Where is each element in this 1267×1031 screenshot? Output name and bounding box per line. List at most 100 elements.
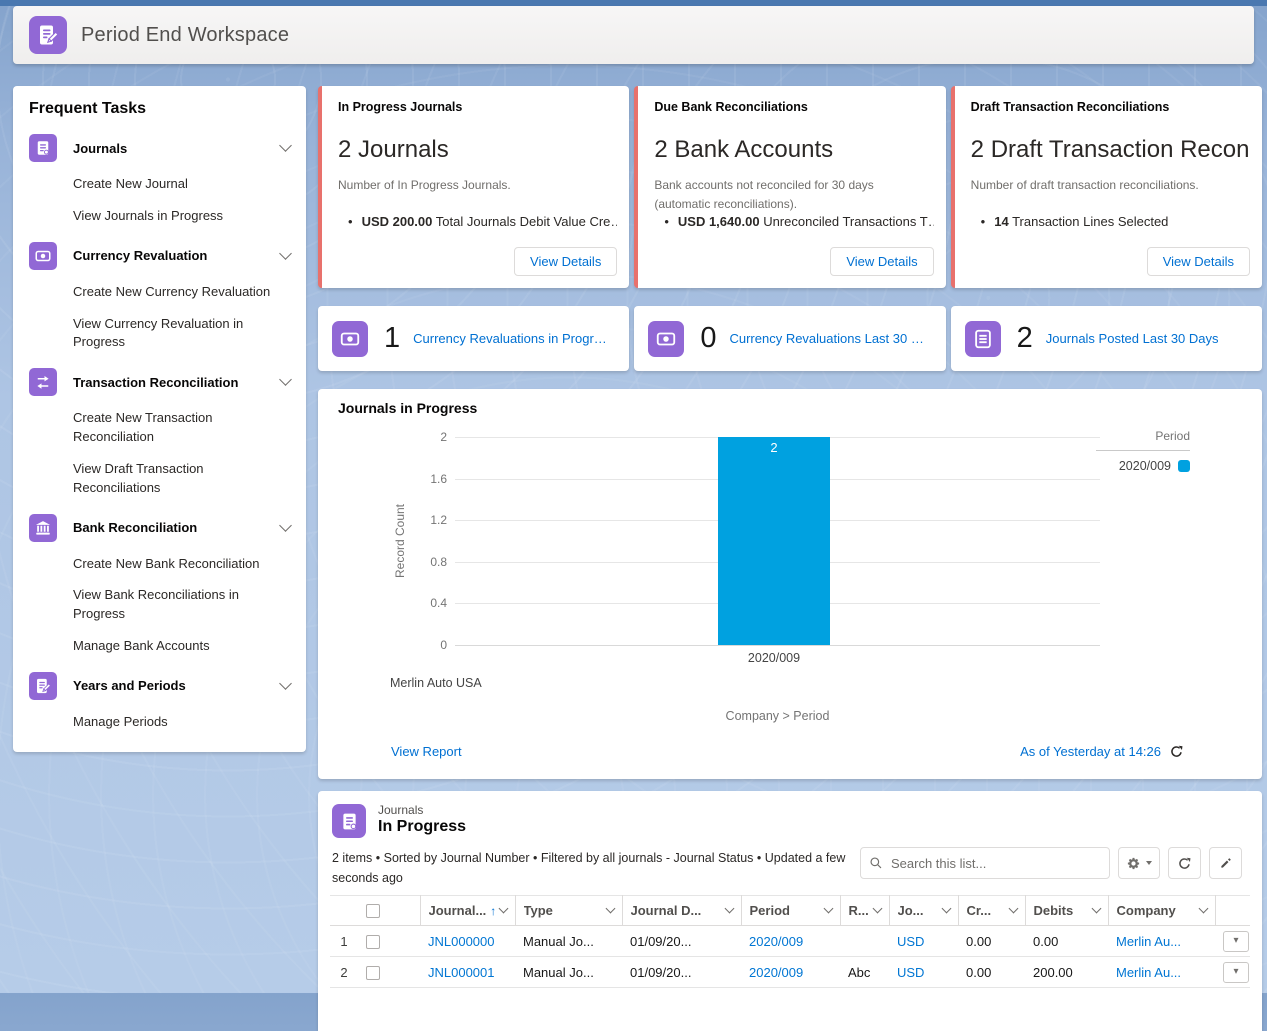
list-refresh-button[interactable] — [1168, 847, 1201, 879]
kpi-card-in-progress-journals: In Progress Journals 2 Journals Number o… — [318, 86, 629, 288]
chevron-down-icon[interactable] — [1198, 903, 1208, 913]
chevron-down-icon[interactable] — [941, 903, 951, 913]
sidebar-item-manage-bank-accounts[interactable]: Manage Bank Accounts — [73, 637, 278, 656]
chevron-down-icon[interactable] — [279, 139, 292, 152]
x-axis-label: Company > Period — [455, 709, 1100, 723]
chevron-down-icon[interactable] — [279, 677, 292, 690]
chevron-down-icon[interactable] — [279, 247, 292, 260]
sidebar-item-view-journals-in-progress[interactable]: View Journals in Progress — [73, 207, 278, 226]
kpi-description: Number of draft transaction reconciliati… — [971, 176, 1248, 195]
chevron-down-icon[interactable] — [872, 903, 882, 913]
metric-link[interactable]: Currency Revaluations in Progr… — [413, 331, 607, 346]
sidebar-group-label: Transaction Reconciliation — [73, 375, 281, 390]
list-entity-label: Journals — [378, 803, 423, 817]
list-settings-button[interactable] — [1118, 847, 1160, 879]
chevron-down-icon[interactable] — [823, 903, 833, 913]
company-link[interactable]: Merlin Au... — [1116, 965, 1181, 980]
kpi-value: 2 — [971, 136, 984, 163]
list-search — [860, 847, 1110, 879]
view-details-button[interactable]: View Details — [1147, 247, 1250, 276]
journal-number-link[interactable]: JNL000000 — [428, 934, 495, 949]
chevron-down-icon[interactable] — [1091, 903, 1101, 913]
type-cell: Manual Jo... — [515, 957, 622, 988]
row-actions-button[interactable] — [1223, 931, 1249, 952]
select-all-checkbox[interactable] — [366, 904, 380, 918]
column-header-company[interactable]: Company — [1108, 896, 1215, 926]
debits-cell: 0.00 — [1025, 926, 1108, 957]
kpi-title: Due Bank Reconciliations — [654, 100, 931, 114]
column-header-r[interactable]: R... — [840, 896, 889, 926]
sidebar-item-view-currency-revaluation-in-progress[interactable]: View Currency Revaluation in Progress — [73, 315, 278, 353]
kpi-card-row: In Progress Journals 2 Journals Number o… — [318, 86, 1262, 288]
sidebar-group-years-and-periods[interactable]: Years and Periods — [29, 672, 290, 700]
bar-2020-009[interactable]: 2 — [718, 437, 830, 645]
column-header-cr[interactable]: Cr... — [958, 896, 1025, 926]
journal-doc-icon — [965, 321, 1001, 357]
legend-entry-2020-009[interactable]: 2020/009 — [1096, 459, 1190, 473]
chevron-down-icon[interactable] — [605, 903, 615, 913]
period-link[interactable]: 2020/009 — [749, 934, 803, 949]
sidebar-item-manage-periods[interactable]: Manage Periods — [73, 713, 278, 732]
metric-value: 1 — [384, 322, 400, 355]
list-controls — [860, 847, 1242, 879]
metric-link[interactable]: Currency Revaluations Last 30 … — [729, 331, 923, 346]
row-actions-button[interactable] — [1223, 962, 1249, 983]
column-header-journal-date[interactable]: Journal D... — [622, 896, 741, 926]
kpi-title: In Progress Journals — [338, 100, 615, 114]
sidebar-group-journals[interactable]: Journals — [29, 134, 290, 162]
sidebar-group-currency-revaluation[interactable]: Currency Revaluation — [29, 242, 290, 270]
sidebar-item-create-new-bank-reconciliation[interactable]: Create New Bank Reconciliation — [73, 555, 278, 574]
chevron-down-icon[interactable] — [498, 903, 508, 913]
company-group-label: Merlin Auto USA — [390, 676, 482, 690]
row-checkbox[interactable] — [366, 966, 380, 980]
row-checkbox[interactable] — [366, 935, 380, 949]
sidebar-item-view-bank-reconciliations-in-progress[interactable]: View Bank Reconciliations in Progress — [73, 586, 278, 624]
mini-card-currency-revaluations-last-30: 0 Currency Revaluations Last 30 … — [634, 306, 945, 371]
metric-link[interactable]: Journals Posted Last 30 Days — [1046, 331, 1219, 346]
search-input[interactable] — [860, 847, 1110, 879]
column-header-type[interactable]: Type — [515, 896, 622, 926]
sidebar-item-create-new-journal[interactable]: Create New Journal — [73, 175, 278, 194]
view-details-button[interactable]: View Details — [514, 247, 617, 276]
column-header-debits[interactable]: Debits — [1025, 896, 1108, 926]
currency-link[interactable]: USD — [897, 965, 924, 980]
currency-icon — [648, 321, 684, 357]
journals-in-progress-chart-card: Journals in Progress 2 1.6 1.2 0.8 0.4 0… — [318, 389, 1262, 779]
view-report-link[interactable]: View Report — [391, 744, 462, 759]
y-tick: 1.6 — [407, 472, 447, 486]
rownum-header — [330, 896, 358, 926]
debits-cell: 200.00 — [1025, 957, 1108, 988]
period-link[interactable]: 2020/009 — [749, 965, 803, 980]
sidebar-item-view-draft-transaction-reconciliations[interactable]: View Draft Transaction Reconciliations — [73, 460, 278, 498]
table-row: 1 JNL000000 Manual Jo... 01/09/20... 202… — [330, 926, 1250, 957]
sidebar-group-bank-reconciliation[interactable]: Bank Reconciliation — [29, 514, 290, 542]
metric-value: 2 — [1017, 322, 1033, 355]
column-header-jo[interactable]: Jo... — [889, 896, 958, 926]
view-details-button[interactable]: View Details — [830, 247, 933, 276]
column-header-period[interactable]: Period — [741, 896, 840, 926]
sidebar-item-create-new-transaction-reconciliation[interactable]: Create New Transaction Reconciliation — [73, 409, 278, 447]
chevron-down-icon[interactable] — [724, 903, 734, 913]
column-header-journal[interactable]: Journal...↑ — [420, 896, 515, 926]
kpi-title: Draft Transaction Reconciliations — [971, 100, 1248, 114]
sidebar-item-create-new-currency-revaluation[interactable]: Create New Currency Revaluation — [73, 283, 278, 302]
kpi-unit: Draft Transaction Reconci… — [991, 136, 1250, 163]
bar-chart-plot: 2 1.6 1.2 0.8 0.4 0 2 2020/009 — [455, 437, 1100, 645]
chevron-down-icon[interactable] — [1008, 903, 1018, 913]
company-link[interactable]: Merlin Au... — [1116, 934, 1181, 949]
workspace-icon — [29, 16, 67, 54]
currency-link[interactable]: USD — [897, 934, 924, 949]
journal-number-link[interactable]: JNL000001 — [428, 965, 495, 980]
bank-icon — [29, 514, 57, 542]
chart-legend: Period 2020/009 — [1096, 429, 1190, 473]
sidebar-group-label: Bank Reconciliation — [73, 520, 281, 535]
list-edit-button[interactable] — [1209, 847, 1242, 879]
cr-cell: 0.00 — [958, 926, 1025, 957]
chevron-down-icon[interactable] — [279, 373, 292, 386]
kpi-bullet-value: USD 200.00 — [362, 214, 433, 229]
chevron-down-icon[interactable] — [279, 519, 292, 532]
document-pencil-icon — [36, 23, 60, 47]
list-view-header: Journals In Progress 2 items • Sorted by… — [318, 791, 1262, 895]
sidebar-group-transaction-reconciliation[interactable]: Transaction Reconciliation — [29, 368, 290, 396]
refresh-icon[interactable] — [1169, 744, 1184, 759]
